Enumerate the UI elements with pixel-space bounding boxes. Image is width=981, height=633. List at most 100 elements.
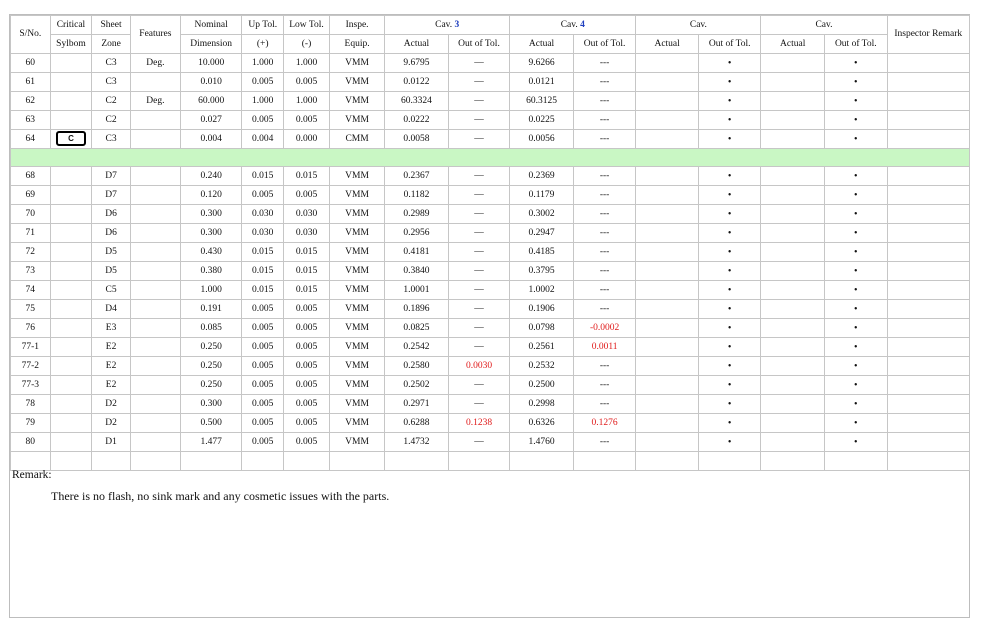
sno-cell: 71: [10, 223, 51, 243]
header-sheet: Sheet: [91, 15, 131, 35]
cav-3-number: 3: [454, 19, 460, 30]
inspector-remark-cell: [886, 261, 971, 281]
cav5-out-cell: •: [697, 261, 762, 281]
nominal-cell: 10.000: [179, 53, 243, 73]
header-cav3-out: Out of Tol.: [447, 34, 511, 54]
up-tol-cell: 0.015: [241, 242, 285, 262]
critical-cell: [49, 299, 93, 319]
low-tol-cell: 0.005: [283, 394, 330, 414]
cav4-out-cell: ---: [572, 223, 637, 243]
cav6-out-cell: •: [824, 72, 888, 92]
nominal-cell: 0.085: [179, 318, 243, 338]
cav5-out-cell: •: [697, 280, 762, 300]
header-up-tol-sub: (+): [241, 34, 285, 54]
header-sheet-sub: Zone: [91, 34, 131, 54]
cav3-out-cell: —: [447, 375, 511, 395]
cav5-actual-cell: [635, 299, 699, 319]
nominal-cell: 0.300: [179, 204, 243, 224]
cav4-out-cell: 0.1276: [572, 413, 637, 433]
cav3-actual-cell: 0.4181: [384, 242, 449, 262]
features-cell: [129, 185, 181, 205]
cav6-actual-cell: [760, 129, 825, 149]
features-cell: [129, 166, 181, 186]
cav4-out-cell: ---: [572, 185, 637, 205]
inspector-remark-cell: [886, 337, 971, 357]
equipment-cell: VMM: [328, 72, 386, 92]
cav5-actual-cell: [635, 394, 699, 414]
equipment-cell: VMM: [328, 375, 386, 395]
critical-cell: [49, 413, 93, 433]
cav4-out-cell: ---: [572, 394, 637, 414]
critical-cell: [49, 356, 93, 376]
up-tol-cell: 0.015: [241, 261, 285, 281]
cav4-out-cell: ---: [572, 356, 637, 376]
cav5-out-cell: •: [697, 242, 762, 262]
cav4-actual-cell: 1.4760: [509, 432, 574, 452]
cav4-actual-cell: 60.3125: [509, 91, 574, 111]
low-tol-cell: 0.030: [283, 223, 330, 243]
cav5-out-cell: •: [697, 432, 762, 452]
sno-cell: 69: [10, 185, 51, 205]
up-tol-cell: 0.005: [241, 337, 285, 357]
remark-text: There is no flash, no sink mark and any …: [51, 489, 390, 503]
inspector-remark-cell: [886, 204, 971, 224]
up-tol-cell: 0.015: [241, 280, 285, 300]
cav6-out-cell: •: [824, 299, 888, 319]
cav3-actual-cell: 0.3840: [384, 261, 449, 281]
cav3-actual-cell: 0.0058: [384, 129, 449, 149]
up-tol-cell: 1.000: [241, 91, 285, 111]
sheet-zone-cell: D5: [91, 242, 131, 262]
cav5-out-cell: •: [697, 318, 762, 338]
features-cell: [129, 261, 181, 281]
header-cav-3: Cav. 3: [384, 15, 511, 35]
cav6-actual-cell: [760, 242, 825, 262]
inspector-remark-cell: [886, 110, 971, 130]
header-cav4-actual: Actual: [509, 34, 574, 54]
critical-cell: [49, 337, 93, 357]
header-sno: S/No.: [10, 15, 51, 54]
cav-3-label: Cav.: [435, 19, 453, 30]
cav5-actual-cell: [635, 318, 699, 338]
cav5-actual-cell: [635, 110, 699, 130]
cav6-actual-cell: [760, 204, 825, 224]
sno-cell: 63: [10, 110, 51, 130]
low-tol-cell: 0.005: [283, 299, 330, 319]
header-cav6-out: Out of Tol.: [824, 34, 888, 54]
cav3-out-cell: 0.1238: [447, 413, 511, 433]
cav5-actual-cell: [635, 185, 699, 205]
equipment-cell: VMM: [328, 432, 386, 452]
sheet-zone-cell: D7: [91, 166, 131, 186]
up-tol-cell: 0.005: [241, 110, 285, 130]
cav5-actual-cell: [635, 356, 699, 376]
cav3-out-cell: —: [447, 261, 511, 281]
cav4-actual-cell: 0.2998: [509, 394, 574, 414]
cav5-actual-cell: [635, 53, 699, 73]
sheet-zone-cell: C3: [91, 53, 131, 73]
sno-cell: 75: [10, 299, 51, 319]
cav4-actual-cell: 0.2532: [509, 356, 574, 376]
cav6-out-cell: •: [824, 110, 888, 130]
critical-cell: [49, 204, 93, 224]
header-cav-4: Cav. 4: [509, 15, 637, 35]
sno-cell: 77-1: [10, 337, 51, 357]
nominal-cell: 1.000: [179, 280, 243, 300]
cav5-actual-cell: [635, 280, 699, 300]
table-row: 76 E3 0.085 0.005 0.005 VMM 0.0825—0.0798 -0.00…: [10, 318, 971, 338]
cav3-actual-cell: 0.0122: [384, 72, 449, 92]
table-row: 78 D2 0.300 0.005 0.005 VMM 0.2971—0.2998 --- • •: [10, 394, 971, 414]
inspector-remark-cell: [886, 185, 971, 205]
cav5-out-cell: •: [697, 91, 762, 111]
equipment-cell: VMM: [328, 91, 386, 111]
low-tol-cell: 0.005: [283, 337, 330, 357]
nominal-cell: 0.500: [179, 413, 243, 433]
cav3-out-cell: —: [447, 72, 511, 92]
features-cell: [129, 110, 181, 130]
cav3-out-cell: 0.0030: [447, 356, 511, 376]
critical-cell: [49, 261, 93, 281]
separator-body: [10, 148, 970, 167]
critical-cell: C: [49, 129, 93, 149]
cav5-out-cell: •: [697, 166, 762, 186]
nominal-cell: 0.120: [179, 185, 243, 205]
cav5-out-cell: •: [697, 394, 762, 414]
cav3-out-cell: —: [447, 394, 511, 414]
